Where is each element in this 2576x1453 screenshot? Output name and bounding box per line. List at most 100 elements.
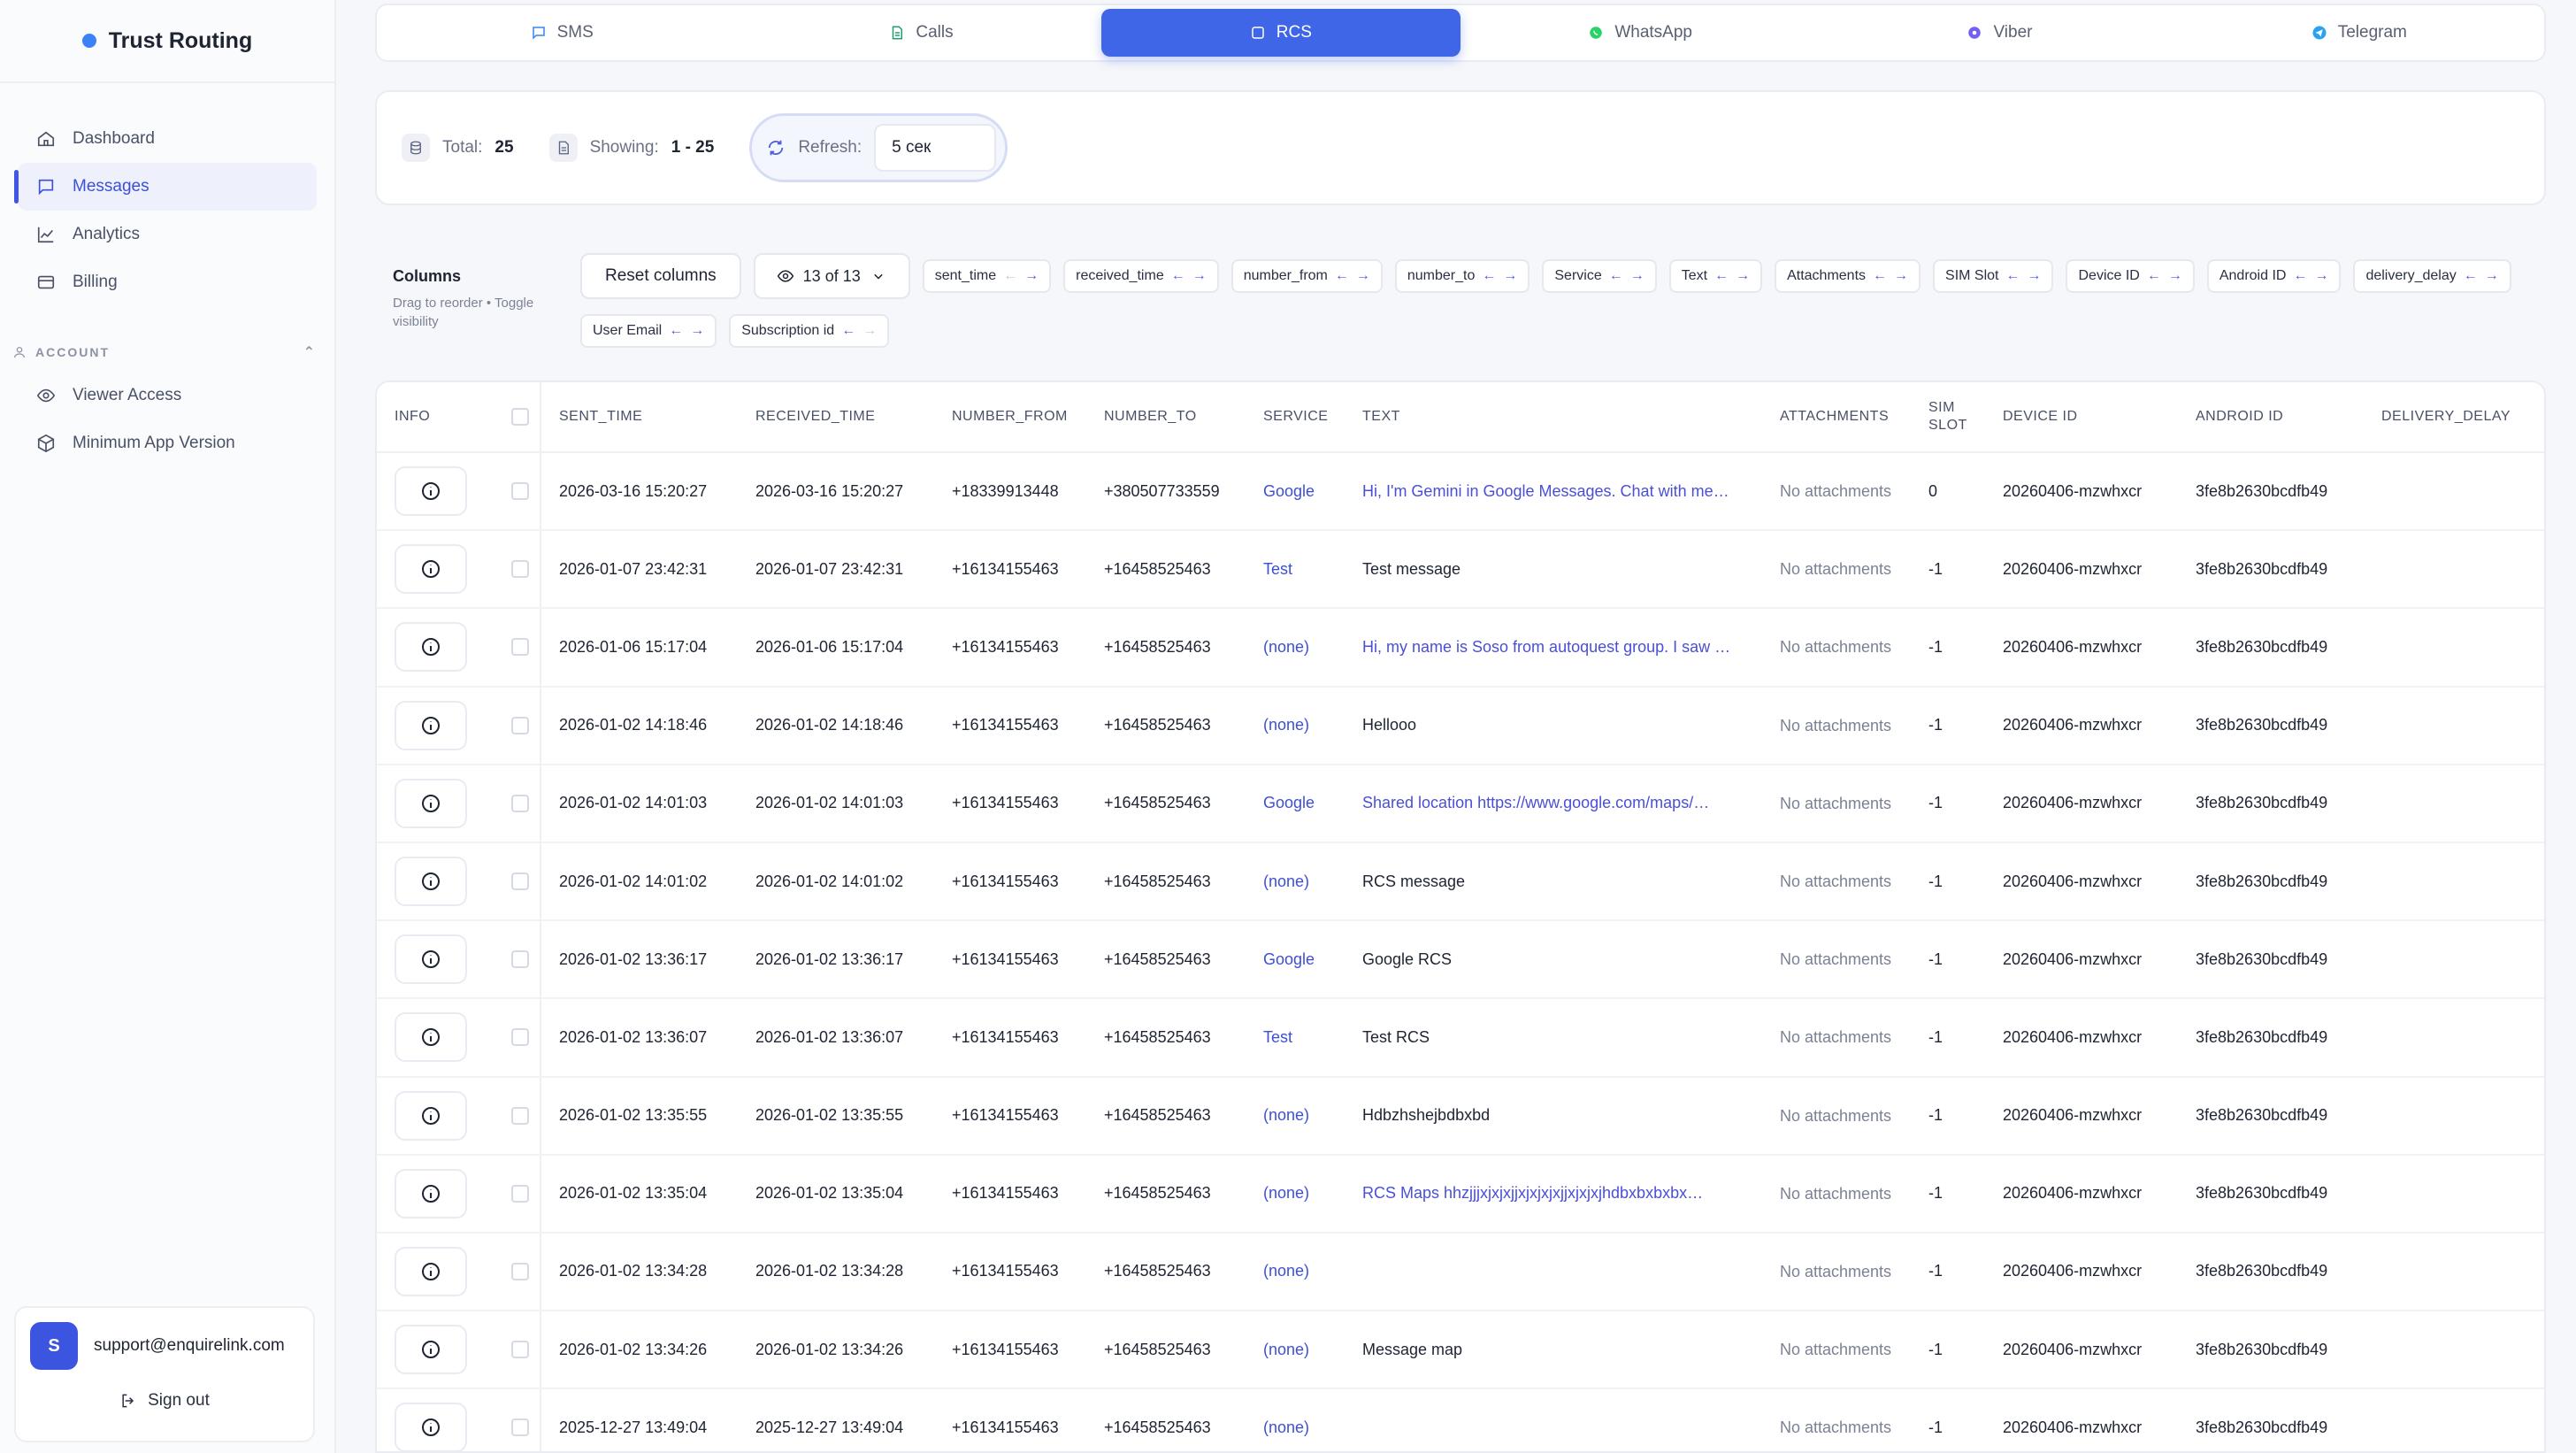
arrow-right-icon[interactable]: → — [2168, 268, 2182, 284]
sidebar-item-dashboard[interactable]: Dashboard — [18, 115, 317, 163]
row-checkbox[interactable] — [511, 638, 529, 657]
row-checkbox[interactable] — [511, 873, 529, 891]
info-button[interactable] — [395, 544, 467, 595]
table-row[interactable]: 2026-01-06 15:17:04 2026-01-06 15:17:04 +1… — [377, 609, 2544, 688]
row-checkbox[interactable] — [511, 482, 529, 501]
header-user-email[interactable]: U — [2530, 409, 2544, 425]
column-chip[interactable]: SIM Slot ← → — [1933, 259, 2054, 293]
arrow-right-icon[interactable]: → — [2314, 268, 2328, 284]
cell-text[interactable]: Shared location https://www.google.com/m… — [1345, 794, 1762, 812]
header-number-from[interactable]: NUMBER_FROM — [934, 409, 1086, 425]
arrow-right-icon[interactable]: → — [1356, 268, 1370, 284]
info-button[interactable] — [395, 778, 467, 828]
header-service[interactable]: SERVICE — [1246, 409, 1345, 425]
arrow-right-icon[interactable]: → — [1024, 268, 1039, 284]
sidebar-item-minimum-app-version[interactable]: Minimum App Version — [18, 419, 317, 467]
info-button[interactable] — [395, 857, 467, 907]
table-row[interactable]: 2026-01-02 14:01:03 2026-01-02 14:01:03 +1… — [377, 765, 2544, 843]
info-button[interactable] — [395, 1090, 467, 1141]
row-checkbox[interactable] — [511, 560, 529, 579]
arrow-left-icon[interactable]: ← — [2464, 268, 2478, 284]
account-section-header[interactable]: ACCOUNT ⌃ — [12, 343, 334, 361]
info-button[interactable] — [395, 1246, 467, 1296]
header-android-id[interactable]: ANDROID ID — [2178, 409, 2364, 425]
arrow-right-icon[interactable]: → — [2485, 268, 2499, 284]
arrow-left-icon[interactable]: ← — [1171, 268, 1185, 284]
brand[interactable]: Trust Routing — [0, 0, 334, 83]
info-button[interactable] — [395, 1403, 467, 1451]
row-checkbox[interactable] — [511, 950, 529, 969]
tab-calls[interactable]: Calls — [741, 9, 1100, 57]
table-row[interactable]: 2026-01-07 23:42:31 2026-01-07 23:42:31 +1… — [377, 531, 2544, 610]
column-chip[interactable]: number_to ← → — [1394, 259, 1530, 293]
sidebar-item-messages[interactable]: Messages — [14, 163, 317, 211]
arrow-right-icon[interactable]: → — [1192, 268, 1207, 284]
header-number-to[interactable]: NUMBER_TO — [1086, 409, 1246, 425]
row-checkbox[interactable] — [511, 1418, 529, 1437]
table-row[interactable]: 2026-03-16 15:20:27 2026-03-16 15:20:27 +1… — [377, 453, 2544, 532]
cell-text[interactable]: Hi, my name is Soso from autoquest group… — [1345, 638, 1762, 657]
table-row[interactable]: 2026-01-02 14:18:46 2026-01-02 14:18:46 +1… — [377, 687, 2544, 765]
refresh-interval-input[interactable] — [874, 124, 997, 172]
tab-viber[interactable]: Viber — [1820, 9, 2179, 57]
cell-text[interactable]: RCS Maps hhzjjjxjxjxjjxjxjxjxjjxjxjxjhdb… — [1345, 1184, 1762, 1203]
header-device-id[interactable]: DEVICE ID — [1985, 409, 2178, 425]
info-button[interactable] — [395, 1012, 467, 1063]
info-button[interactable] — [395, 466, 467, 517]
cell-text[interactable]: Hi, I'm Gemini in Google Messages. Chat … — [1345, 482, 1762, 501]
column-chip[interactable]: Android ID ← → — [2206, 259, 2342, 293]
arrow-right-icon[interactable]: → — [1630, 268, 1644, 284]
select-all-checkbox[interactable] — [511, 408, 529, 426]
arrow-left-icon[interactable]: ← — [1609, 268, 1623, 284]
column-chip[interactable]: sent_time ← → — [922, 259, 1052, 293]
table-row[interactable]: 2026-01-02 13:35:55 2026-01-02 13:35:55 +1… — [377, 1077, 2544, 1156]
arrow-right-icon[interactable]: → — [862, 323, 877, 339]
table-row[interactable]: 2026-01-02 13:34:28 2026-01-02 13:34:28 +1… — [377, 1233, 2544, 1312]
column-chip[interactable]: Service ← → — [1542, 259, 1657, 293]
row-checkbox[interactable] — [511, 1262, 529, 1280]
arrow-right-icon[interactable]: → — [1736, 268, 1750, 284]
arrow-left-icon[interactable]: ← — [2293, 268, 2307, 284]
row-checkbox[interactable] — [511, 794, 529, 812]
arrow-left-icon[interactable]: ← — [1482, 268, 1496, 284]
sign-out-button[interactable]: Sign out — [16, 1391, 313, 1411]
arrow-left-icon[interactable]: ← — [2005, 268, 2020, 284]
arrow-left-icon[interactable]: ← — [669, 323, 683, 339]
tab-telegram[interactable]: Telegram — [2180, 9, 2539, 57]
arrow-right-icon[interactable]: → — [690, 323, 704, 339]
sidebar-item-analytics[interactable]: Analytics — [18, 211, 317, 258]
arrow-right-icon[interactable]: → — [1894, 268, 1908, 284]
info-button[interactable] — [395, 622, 467, 673]
row-checkbox[interactable] — [511, 1106, 529, 1125]
arrow-left-icon[interactable]: ← — [1003, 268, 1017, 284]
reset-columns-button[interactable]: Reset columns — [580, 253, 741, 299]
info-button[interactable] — [395, 1168, 467, 1219]
header-sim-slot[interactable]: SIM SLOT — [1911, 399, 1985, 434]
tab-whatsapp[interactable]: WhatsApp — [1460, 9, 1820, 57]
header-delivery-delay[interactable]: DELIVERY_DELAY — [2364, 409, 2530, 425]
chevron-up-icon[interactable]: ⌃ — [303, 343, 317, 361]
tab-sms[interactable]: SMS — [382, 9, 741, 57]
column-chip[interactable]: number_from ← → — [1230, 259, 1383, 293]
header-received-time[interactable]: RECEIVED_TIME — [738, 409, 934, 425]
header-select-all[interactable] — [494, 382, 541, 451]
sidebar-item-billing[interactable]: Billing — [18, 258, 317, 306]
table-row[interactable]: 2026-01-02 13:36:07 2026-01-02 13:36:07 +1… — [377, 999, 2544, 1078]
arrow-left-icon[interactable]: ← — [841, 323, 855, 339]
header-attachments[interactable]: ATTACHMENTS — [1762, 409, 1911, 425]
table-row[interactable]: 2026-01-02 13:35:04 2026-01-02 13:35:04 +1… — [377, 1155, 2544, 1234]
info-button[interactable] — [395, 700, 467, 750]
column-chip[interactable]: User Email ← → — [580, 314, 717, 348]
arrow-left-icon[interactable]: ← — [1714, 268, 1729, 284]
row-checkbox[interactable] — [511, 1184, 529, 1203]
table-row[interactable]: 2026-01-02 14:01:02 2026-01-02 14:01:02 +1… — [377, 842, 2544, 922]
column-visibility-dropdown[interactable]: 13 of 13 — [753, 253, 910, 299]
column-chip[interactable]: Attachments ← → — [1775, 259, 1921, 293]
column-chip[interactable]: Device ID ← → — [2066, 259, 2195, 293]
column-chip[interactable]: delivery_delay ← → — [2353, 259, 2511, 293]
tab-rcs[interactable]: RCS — [1100, 9, 1460, 57]
column-chip[interactable]: Text ← → — [1668, 259, 1763, 293]
arrow-left-icon[interactable]: ← — [2147, 268, 2161, 284]
arrow-right-icon[interactable]: → — [2027, 268, 2041, 284]
column-chip[interactable]: received_time ← → — [1063, 259, 1219, 293]
